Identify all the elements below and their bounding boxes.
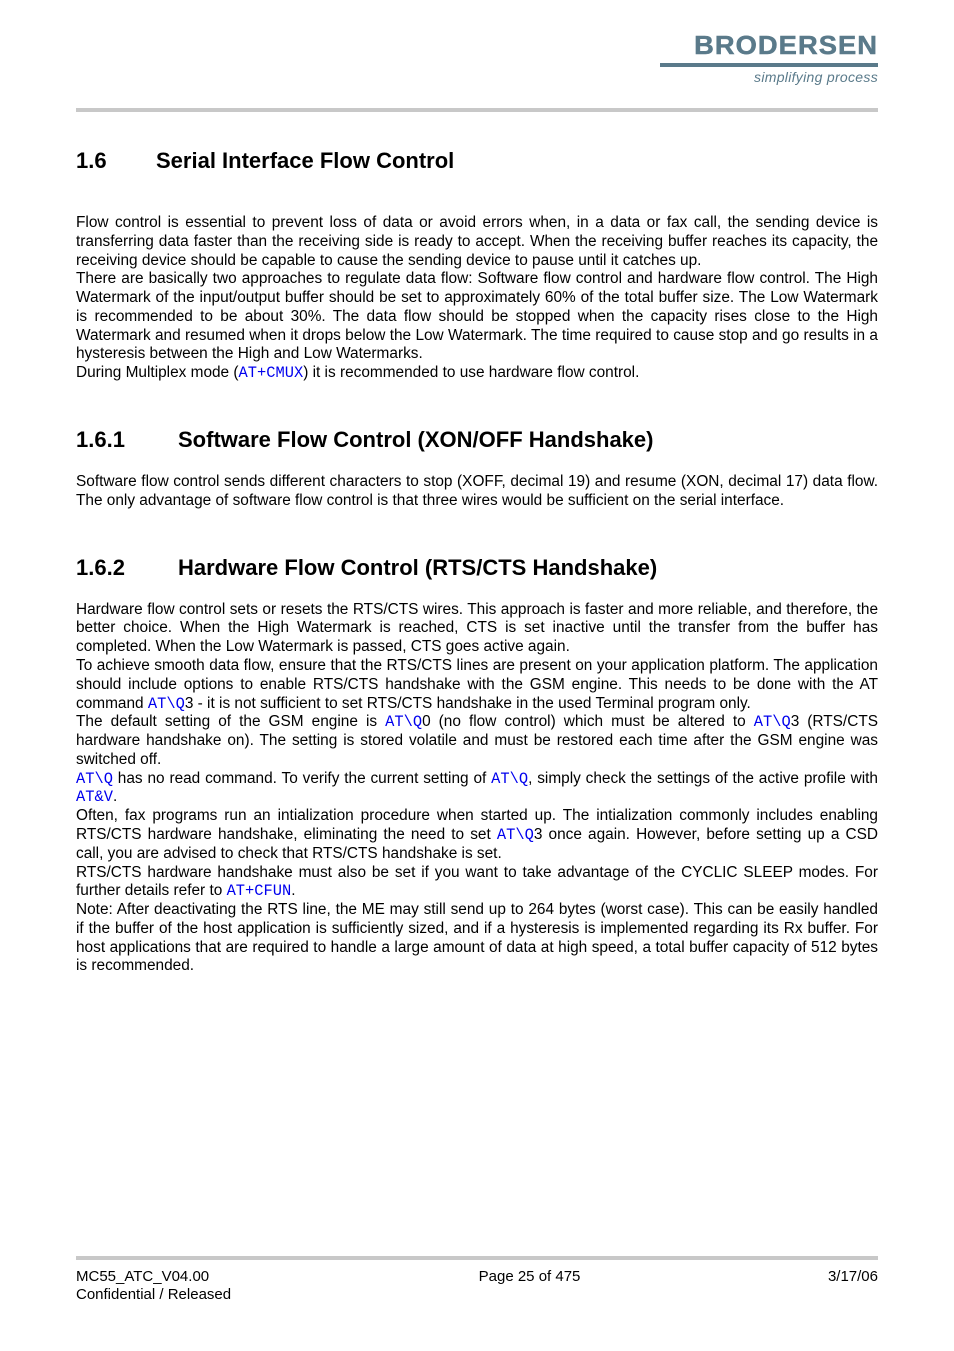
footer-page-number: Page 25 of 475 (479, 1268, 581, 1306)
page-container: BRODERSEN simplifying process 1.6 Serial… (0, 0, 954, 976)
heading-title: Hardware Flow Control (RTS/CTS Handshake… (178, 555, 657, 581)
page-header: BRODERSEN simplifying process (76, 30, 878, 98)
logo-underline (660, 63, 878, 67)
paragraph: RTS/CTS hardware handshake must also be … (76, 864, 878, 902)
logo-wordmark: BRODERSEN (649, 30, 878, 61)
content-area: 1.6 Serial Interface Flow Control Flow c… (76, 112, 878, 976)
heading-1-6: 1.6 Serial Interface Flow Control (76, 148, 878, 174)
paragraph: There are basically two approaches to re… (76, 270, 878, 364)
link-at-q[interactable]: AT\Q (76, 770, 113, 788)
footer-doc-id: MC55_ATC_V04.00 (76, 1268, 231, 1287)
text-span: The default setting of the GSM engine is (76, 713, 385, 730)
logo-tagline: simplifying process (660, 69, 878, 85)
text-span: , simply check the settings of the activ… (528, 770, 878, 787)
text-span: ) it is recommended to use hardware flow… (303, 364, 639, 381)
heading-number: 1.6.1 (76, 427, 178, 453)
heading-title: Software Flow Control (XON/OFF Handshake… (178, 427, 653, 453)
link-at-q[interactable]: AT\Q (148, 695, 185, 713)
paragraph: Note: After deactivating the RTS line, t… (76, 901, 878, 976)
footer-left: MC55_ATC_V04.00 Confidential / Released (76, 1268, 231, 1306)
link-at-q[interactable]: AT\Q (754, 713, 791, 731)
link-at-cmux[interactable]: AT+CMUX (239, 364, 304, 382)
heading-1-6-1: 1.6.1 Software Flow Control (XON/OFF Han… (76, 427, 878, 453)
paragraph: Software flow control sends different ch… (76, 473, 878, 511)
link-at-cfun[interactable]: AT+CFUN (227, 882, 292, 900)
heading-title: Serial Interface Flow Control (156, 148, 454, 174)
heading-number: 1.6 (76, 148, 156, 174)
paragraph: During Multiplex mode (AT+CMUX) it is re… (76, 364, 878, 383)
link-at-q[interactable]: AT\Q (385, 713, 422, 731)
footer-date: 3/17/06 (828, 1268, 878, 1306)
brand-logo: BRODERSEN simplifying process (660, 30, 878, 85)
footer-classification: Confidential / Released (76, 1286, 231, 1305)
text-span: 3 - it is not sufficient to set RTS/CTS … (185, 695, 751, 712)
text-span: has no read command. To verify the curre… (113, 770, 491, 787)
paragraph: Often, fax programs run an intialization… (76, 807, 878, 863)
paragraph: Hardware flow control sets or resets the… (76, 601, 878, 657)
paragraph: Flow control is essential to prevent los… (76, 214, 878, 270)
text-span: . (291, 882, 295, 899)
paragraph: AT\Q has no read command. To verify the … (76, 770, 878, 808)
paragraph: To achieve smooth data flow, ensure that… (76, 657, 878, 713)
link-at-q[interactable]: AT\Q (497, 826, 534, 844)
text-span: RTS/CTS hardware handshake must also be … (76, 864, 878, 900)
text-span: 0 (no flow control) which must be altere… (422, 713, 754, 730)
heading-1-6-2: 1.6.2 Hardware Flow Control (RTS/CTS Han… (76, 555, 878, 581)
text-span: During Multiplex mode ( (76, 364, 239, 381)
paragraph: The default setting of the GSM engine is… (76, 713, 878, 769)
link-at-amp-v[interactable]: AT&V (76, 788, 113, 806)
page-footer: MC55_ATC_V04.00 Confidential / Released … (76, 1256, 878, 1306)
heading-number: 1.6.2 (76, 555, 178, 581)
link-at-q[interactable]: AT\Q (491, 770, 528, 788)
text-span: . (113, 788, 117, 805)
footer-divider (76, 1256, 878, 1260)
